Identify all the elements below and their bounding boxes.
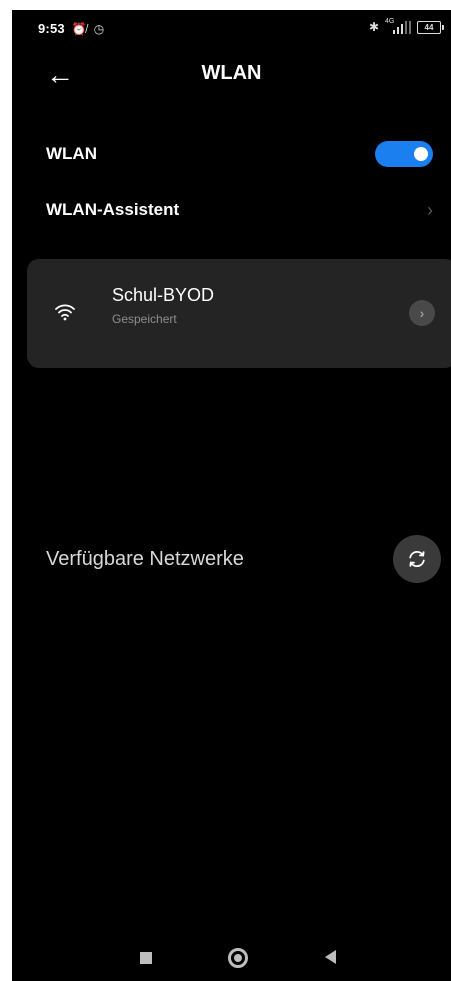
refresh-button[interactable] bbox=[393, 535, 441, 583]
refresh-icon bbox=[409, 551, 425, 567]
toggle-knob bbox=[414, 147, 428, 161]
navigation-bar bbox=[12, 931, 451, 981]
status-right: ✱ 4G 44 bbox=[368, 18, 444, 34]
phone-screen: 9:53 ⏰̸ ◷ ✱ 4G 44 ← WLAN WLAN WLAN-Assis… bbox=[12, 10, 451, 981]
network-details-button[interactable]: › bbox=[409, 300, 435, 326]
alarm-off-icon: ⏰̸ bbox=[71, 22, 87, 36]
signal-icon: 4G bbox=[385, 18, 411, 34]
wlan-toggle[interactable] bbox=[375, 141, 433, 167]
home-button[interactable] bbox=[228, 948, 248, 968]
wlan-assistant-label: WLAN-Assistent bbox=[46, 200, 180, 219]
bluetooth-icon: ✱ bbox=[368, 20, 379, 34]
network-type: 4G bbox=[385, 18, 395, 25]
saved-network-card[interactable]: Schul-BYOD Gespeichert › bbox=[27, 259, 451, 368]
page-title: WLAN bbox=[201, 62, 262, 84]
wifi-icon bbox=[55, 304, 75, 321]
wlan-assistant-row[interactable]: WLAN-Assistent › bbox=[46, 190, 433, 230]
status-left: 9:53 ⏰̸ ◷ bbox=[38, 21, 104, 36]
status-time: 9:53 bbox=[38, 21, 65, 36]
back-button[interactable] bbox=[325, 950, 336, 964]
recents-button[interactable] bbox=[140, 952, 152, 964]
network-status: Gespeichert bbox=[112, 312, 177, 326]
battery-level: 44 bbox=[424, 22, 434, 32]
chevron-right-icon: › bbox=[427, 199, 433, 220]
battery-icon: 44 bbox=[417, 20, 444, 34]
network-ssid: Schul-BYOD bbox=[112, 285, 215, 305]
wlan-toggle-label: WLAN bbox=[46, 144, 97, 163]
wlan-toggle-row[interactable]: WLAN bbox=[46, 134, 433, 174]
alarm-clock-icon: ◷ bbox=[93, 22, 105, 36]
status-bar: 9:53 ⏰̸ ◷ ✱ 4G 44 bbox=[12, 10, 451, 44]
top-bar: ← WLAN bbox=[12, 58, 451, 98]
available-networks-heading: Verfügbare Netzwerke bbox=[46, 548, 244, 570]
